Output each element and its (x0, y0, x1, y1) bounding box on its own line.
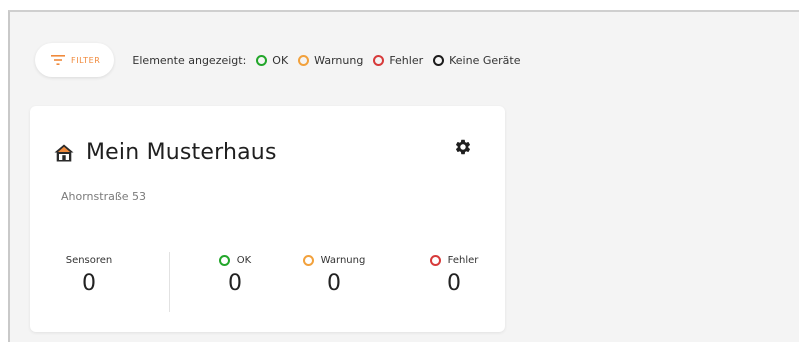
status-warning-icon (298, 54, 310, 66)
filter-button[interactable]: FILTER (35, 43, 115, 77)
status-no-devices-icon (433, 54, 445, 66)
stat-value: 0 (447, 271, 461, 296)
stat-label: Warnung (320, 254, 366, 266)
legend-item-fehler[interactable]: Fehler (373, 54, 423, 67)
home-icon (54, 144, 74, 161)
stat-value: 0 (82, 271, 96, 296)
status-error-icon (429, 254, 441, 266)
filter-bar: FILTER Elemente angezeigt: OK Warnung Fe… (35, 42, 521, 78)
stat-value: 0 (327, 271, 341, 296)
status-ok-icon (256, 54, 268, 66)
stat-label: OK (236, 254, 252, 266)
card-title: Mein Musterhaus (86, 140, 277, 165)
legend-item-label: Warnung (314, 53, 364, 67)
status-warning-icon (302, 254, 314, 266)
legend-item-keine-geraete[interactable]: Keine Geräte (433, 53, 521, 67)
stat-label: Fehler (447, 254, 479, 266)
house-card[interactable]: Mein Musterhaus Ahornstraße 53 Sensoren … (30, 106, 505, 332)
stat-label: Sensoren (65, 254, 113, 266)
stat-fehler: Fehler 0 (418, 252, 490, 298)
card-stats: Sensoren 0 OK 0 Warnung 0 Fehler 0 (54, 252, 478, 312)
filter-button-label: FILTER (71, 55, 101, 65)
status-error-icon (373, 54, 385, 66)
stats-divider (169, 252, 170, 312)
dashboard-viewport: FILTER Elemente angezeigt: OK Warnung Fe… (8, 10, 799, 342)
legend-item-label: OK (272, 53, 289, 67)
filter-icon (51, 55, 65, 65)
stat-warnung: Warnung 0 (284, 252, 384, 298)
legend-item-label: Fehler (389, 53, 424, 67)
legend-item-warnung[interactable]: Warnung (298, 54, 363, 67)
legend-prefix: Elemente angezeigt: (132, 53, 247, 67)
legend-item-ok[interactable]: OK (256, 54, 288, 67)
card-header: Mein Musterhaus (54, 140, 277, 165)
stat-sensoren: Sensoren 0 (54, 252, 124, 298)
stat-value: 0 (228, 271, 242, 296)
stat-ok: OK 0 (200, 252, 270, 298)
card-address: Ahornstraße 53 (61, 190, 147, 203)
legend-item-label: Keine Geräte (449, 53, 521, 67)
gear-icon[interactable] (454, 138, 472, 156)
status-ok-icon (218, 254, 230, 266)
